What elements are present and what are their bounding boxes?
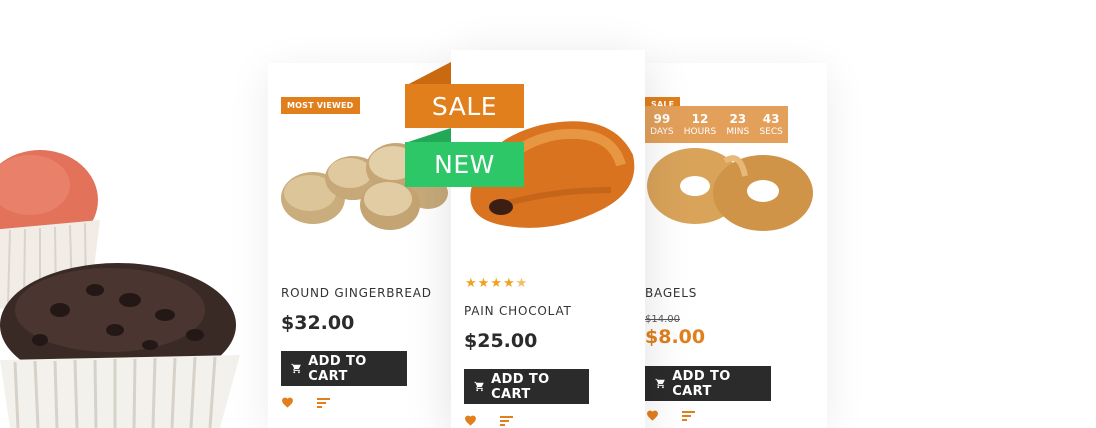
heart-icon[interactable] bbox=[281, 396, 294, 408]
new-ribbon: NEW bbox=[405, 142, 524, 187]
product-price: $25.00 bbox=[464, 330, 538, 352]
star-icon: ★ bbox=[477, 276, 491, 291]
add-to-cart-button[interactable]: ADD TO CART bbox=[281, 351, 407, 386]
star-icon: ★ bbox=[465, 276, 478, 291]
muffins-image bbox=[0, 150, 240, 428]
product-card-bagels: SALE 99 DAYS 12 HOURS 23 MINS 43 SECS BAGELS… bbox=[645, 63, 827, 428]
add-to-cart-label: ADD TO CART bbox=[308, 353, 367, 384]
heart-icon[interactable] bbox=[464, 414, 477, 426]
compare-icon[interactable] bbox=[500, 415, 514, 427]
product-name[interactable]: PAIN CHOCOLAT bbox=[464, 304, 572, 318]
add-to-cart-label: ADD TO CART bbox=[672, 368, 731, 399]
compare-icon[interactable] bbox=[682, 410, 696, 422]
cart-icon bbox=[655, 378, 665, 389]
star-icon: ★ bbox=[502, 276, 516, 291]
cart-icon bbox=[291, 363, 301, 374]
star-icon: ★ bbox=[490, 276, 503, 291]
sale-ribbon-fold bbox=[405, 62, 451, 86]
sale-ribbon: SALE bbox=[405, 84, 524, 128]
countdown-secs: 43 SECS bbox=[759, 111, 783, 137]
add-to-cart-label: ADD TO CART bbox=[491, 371, 550, 402]
heart-icon[interactable] bbox=[646, 409, 659, 421]
countdown-days: 99 DAYS bbox=[650, 111, 674, 137]
countdown-timer: 99 DAYS 12 HOURS 23 MINS 43 SECS bbox=[645, 106, 788, 143]
countdown-mins: 23 MINS bbox=[726, 111, 750, 137]
product-name[interactable]: ROUND GINGERBREAD bbox=[281, 286, 432, 300]
product-name[interactable]: BAGELS bbox=[645, 286, 697, 300]
star-half-icon: ★ bbox=[515, 276, 529, 291]
add-to-cart-button[interactable]: ADD TO CART bbox=[464, 369, 589, 404]
cart-icon bbox=[474, 381, 484, 392]
bagels-image[interactable] bbox=[645, 141, 815, 236]
compare-icon[interactable] bbox=[317, 397, 331, 409]
sale-price: $8.00 bbox=[645, 326, 706, 348]
rating-stars: ★★★★★ bbox=[465, 276, 528, 291]
new-ribbon-fold bbox=[405, 128, 451, 143]
product-price: $32.00 bbox=[281, 312, 355, 334]
countdown-hours: 12 HOURS bbox=[683, 111, 717, 137]
old-price: $14.00 bbox=[645, 314, 680, 325]
add-to-cart-button[interactable]: ADD TO CART bbox=[645, 366, 771, 401]
most-viewed-badge: MOST VIEWED bbox=[281, 97, 360, 114]
